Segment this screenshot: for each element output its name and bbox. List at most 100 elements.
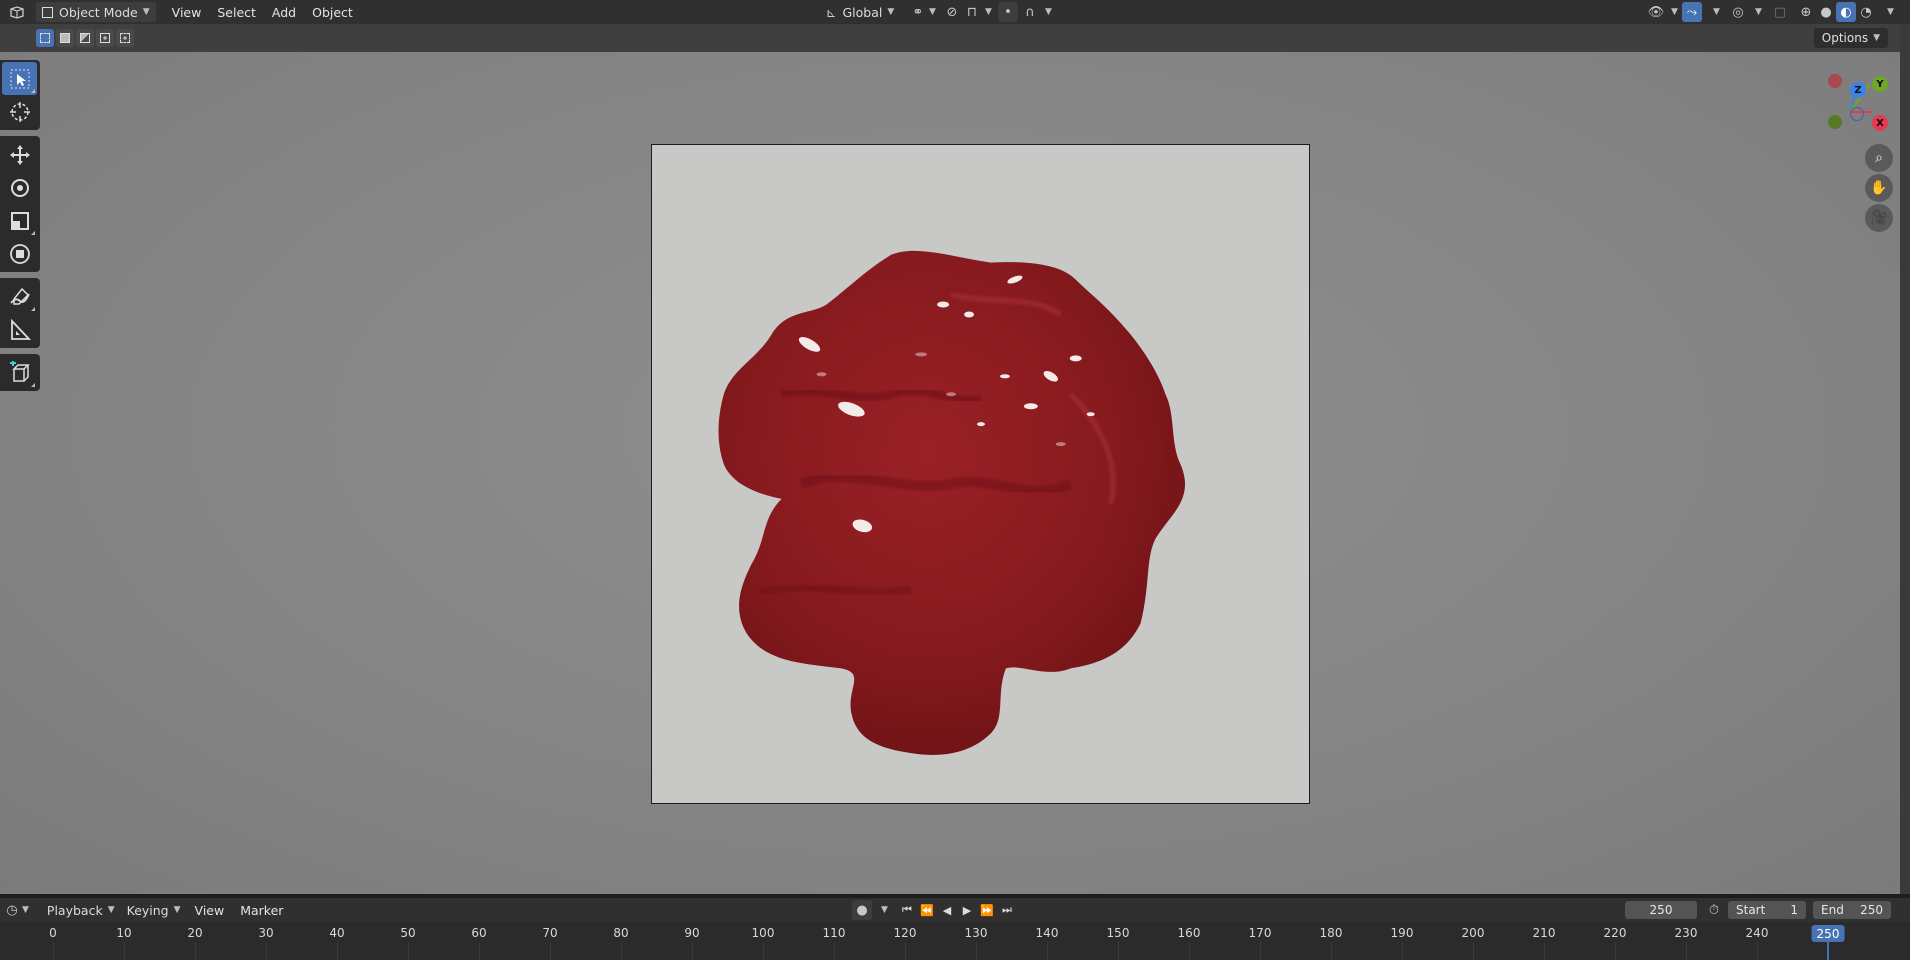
solid-shading-icon[interactable]: ● (1816, 2, 1836, 22)
cursor-icon (10, 69, 29, 88)
timeline-ruler[interactable]: 0 10 20 30 40 50 60 70 80 90 100 110 120 130 140 150 160… (0, 922, 1910, 960)
ruler-tick-line (550, 942, 551, 960)
editor-type-button[interactable] (4, 2, 30, 22)
wireframe-shading-icon[interactable]: ⊕ (1796, 2, 1816, 22)
xray-icon[interactable]: ▢ (1770, 2, 1790, 22)
pan-view-button[interactable]: ✋ (1865, 174, 1893, 202)
timeline-editor-type-button[interactable]: ◷ (2, 900, 22, 920)
camera-view-button[interactable]: 🎥 (1865, 204, 1893, 232)
gizmo-x-axis[interactable]: X (1872, 115, 1888, 131)
chevron-down-icon: ▼ (173, 905, 181, 915)
scale-tool[interactable] (2, 204, 37, 237)
chevron-down-icon[interactable]: ▼ (985, 7, 992, 17)
chevron-down-icon[interactable]: ▼ (1671, 7, 1678, 17)
gizmo-neg-y-ball[interactable] (1828, 115, 1842, 129)
select-box-tool[interactable] (2, 62, 37, 95)
proportional-editing-icon[interactable]: • (998, 2, 1018, 22)
gizmo-neg-x-ball[interactable] (1828, 74, 1842, 88)
snap-icon[interactable]: ⊘ (942, 2, 962, 22)
visibility-icon[interactable]: 👁 (1646, 2, 1666, 22)
chevron-down-icon[interactable]: ▼ (929, 7, 936, 17)
viewport-right-edge (1900, 24, 1910, 894)
ruler-tick-label: 120 (893, 926, 917, 940)
transform-tool[interactable] (2, 237, 37, 270)
3d-viewport[interactable]: Z Y X ⌕ ✋ 🎥 (0, 52, 1900, 894)
ruler-tick-line (1615, 942, 1616, 960)
add-cube-tool[interactable] (2, 356, 37, 389)
select-intersect-icon[interactable] (116, 29, 134, 47)
options-dropdown[interactable]: Options ▼ (1813, 28, 1888, 48)
ruler-tick-line (1686, 942, 1687, 960)
ruler-tick-line (408, 942, 409, 960)
annotate-tool[interactable] (2, 280, 37, 313)
playhead-frame-marker[interactable]: 250 (1811, 925, 1845, 942)
falloff-icon[interactable]: ∩ (1020, 2, 1040, 22)
material-shading-icon[interactable]: ◐ (1836, 2, 1856, 22)
timeline-view-menu[interactable]: View (187, 903, 233, 918)
3d-cursor-icon (9, 101, 30, 122)
keying-menu[interactable]: Keying ▼ (121, 900, 187, 920)
start-frame-field[interactable]: Start 1 (1728, 901, 1806, 919)
jump-start-icon[interactable]: ⏮ (897, 900, 917, 920)
ruler-tick-label: 180 (1319, 926, 1343, 940)
ruler-tick-line (1189, 942, 1190, 960)
gizmo-z-label: Z (1854, 84, 1862, 96)
ruler-tick-line (1757, 942, 1758, 960)
ruler-tick-label: 0 (49, 926, 57, 940)
ruler-tick-label: 70 (542, 926, 558, 940)
gizmo-toggle-icon[interactable]: ⤳ (1682, 2, 1702, 22)
measure-tool[interactable] (2, 313, 37, 346)
playback-menu[interactable]: Playback ▼ (41, 900, 121, 920)
zoom-view-button[interactable]: ⌕ (1865, 144, 1893, 172)
navigation-gizmo[interactable]: Z Y X ⌕ ✋ 🎥 (1800, 62, 1900, 232)
chevron-down-icon[interactable]: ▼ (881, 905, 888, 915)
move-icon (9, 144, 30, 165)
ruler-tick-line (692, 942, 693, 960)
cursor-tool[interactable] (2, 95, 37, 128)
orientation-icon: ⊾ (826, 4, 837, 20)
mode-dropdown[interactable]: Object Mode ▼ (36, 2, 156, 22)
next-keyframe-icon[interactable]: ⏩ (977, 900, 997, 920)
ruler-tick-label: 240 (1745, 926, 1769, 940)
prev-keyframe-icon[interactable]: ⏪ (917, 900, 937, 920)
menu-add[interactable]: Add (264, 5, 304, 20)
menu-select[interactable]: Select (209, 5, 264, 20)
gizmo-z-axis[interactable]: Z (1850, 82, 1866, 98)
snap-target-icon[interactable]: ⊓ (962, 2, 982, 22)
chevron-down-icon[interactable]: ▼ (1713, 7, 1720, 17)
overlays-icon[interactable]: ◎ (1728, 2, 1748, 22)
transform-orientation-dropdown[interactable]: ⊾ Global ▼ (820, 2, 900, 22)
select-subtract-icon[interactable] (76, 29, 94, 47)
play-icon[interactable]: ▶ (957, 900, 977, 920)
ruler-tick-line (1402, 942, 1403, 960)
chevron-down-icon[interactable]: ▼ (1045, 7, 1052, 17)
gizmo-y-axis[interactable]: Y (1872, 76, 1888, 92)
tool-group-annotate (0, 278, 40, 348)
pivot-point-icon[interactable]: ⚭ (908, 2, 928, 22)
select-invert-icon[interactable] (96, 29, 114, 47)
viewport-editor-icon (10, 6, 24, 19)
chevron-down-icon[interactable]: ▼ (1755, 7, 1762, 17)
ruler-tick-line (337, 942, 338, 960)
play-reverse-icon[interactable]: ◀ (937, 900, 957, 920)
timeline-marker-menu[interactable]: Marker (232, 903, 291, 918)
preview-range-icon[interactable]: ⏱ (1704, 900, 1724, 920)
ruler-tick-label: 90 (684, 926, 700, 940)
chevron-down-icon[interactable]: ▼ (22, 905, 29, 915)
current-frame-field[interactable]: 250 (1625, 901, 1697, 919)
menu-view[interactable]: View (164, 5, 210, 20)
end-label: End (1821, 903, 1844, 917)
move-tool[interactable] (2, 138, 37, 171)
rendered-shading-icon[interactable]: ◔ (1856, 2, 1876, 22)
ruler-tick-line (976, 942, 977, 960)
record-keyframe-icon[interactable]: ● (852, 900, 872, 920)
end-frame-field[interactable]: End 250 (1813, 901, 1891, 919)
select-extend-icon[interactable] (56, 29, 74, 47)
jump-end-icon[interactable]: ⏭ (997, 900, 1017, 920)
rotate-icon (10, 178, 29, 197)
chevron-down-icon[interactable]: ▼ (1887, 7, 1894, 17)
menu-object[interactable]: Object (304, 5, 361, 20)
select-new-icon[interactable] (36, 29, 54, 47)
gizmo-neg-z-ball[interactable] (1850, 107, 1864, 121)
rotate-tool[interactable] (2, 171, 37, 204)
